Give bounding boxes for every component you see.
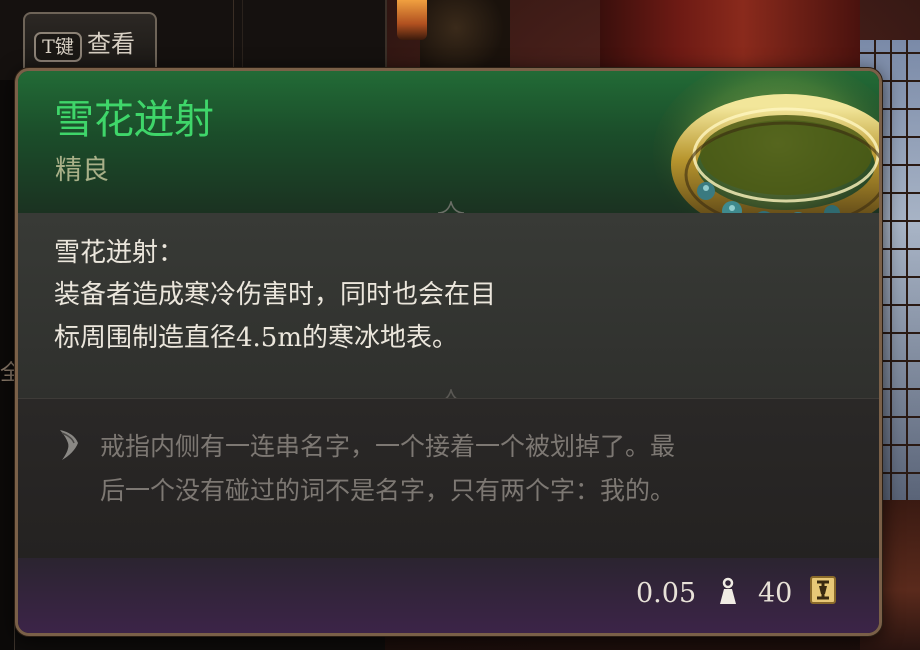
item-rarity: 精良 — [55, 155, 109, 186]
lore-text: 戒指内侧有一连串名字，一个接着一个被划掉了。最 后一个没有碰过的词不是名字，只有… — [100, 425, 860, 513]
quill-icon — [60, 430, 78, 460]
effect-description: 装备者造成寒冷伤害时，同时也会在目 标周围制造直径4.5m的寒冰地表。 — [54, 274, 674, 360]
item-tooltip: 雪花迸射 精良 雪花迸射： 装备者造成寒冷伤害时，同时也会在目 标周围制造直径4… — [15, 68, 882, 636]
price-value: 40 — [758, 578, 793, 609]
tooltip-header: 雪花迸射 精良 — [18, 71, 879, 248]
effect-line: 装备者造成寒冷伤害时，同时也会在目 — [54, 280, 497, 310]
keybind-badge: T键 — [34, 32, 82, 62]
effect-line: 标周围制造直径4.5m的寒冰地表。 — [54, 323, 459, 353]
background-frame-line — [242, 0, 243, 70]
background-candle — [397, 0, 427, 40]
weight-icon — [720, 577, 736, 604]
item-name: 雪花迸射 — [54, 97, 214, 143]
lore-line: 后一个没有碰过的词不是名字，只有两个字：我的。 — [100, 476, 676, 505]
tooltip-footer: 0.05 40 — [18, 558, 879, 633]
view-button[interactable]: T键 查看 — [23, 12, 157, 68]
view-label: 查看 — [87, 30, 135, 58]
effect-title: 雪花迸射： — [54, 238, 185, 268]
lore-section: 戒指内侧有一连串名字，一个接着一个被划掉了。最 后一个没有碰过的词不是名字，只有… — [18, 398, 879, 559]
lore-line: 戒指内侧有一连串名字，一个接着一个被划掉了。最 — [100, 432, 676, 461]
weight-value: 0.05 — [636, 578, 697, 609]
background-frame-line — [233, 0, 234, 70]
background-sconce — [420, 0, 510, 70]
gold-coin-icon — [810, 576, 836, 604]
description-section: 雪花迸射： 装备者造成寒冷伤害时，同时也会在目 标周围制造直径4.5m的寒冰地表… — [18, 213, 879, 398]
background-edge-glyph: 全 — [0, 361, 14, 386]
